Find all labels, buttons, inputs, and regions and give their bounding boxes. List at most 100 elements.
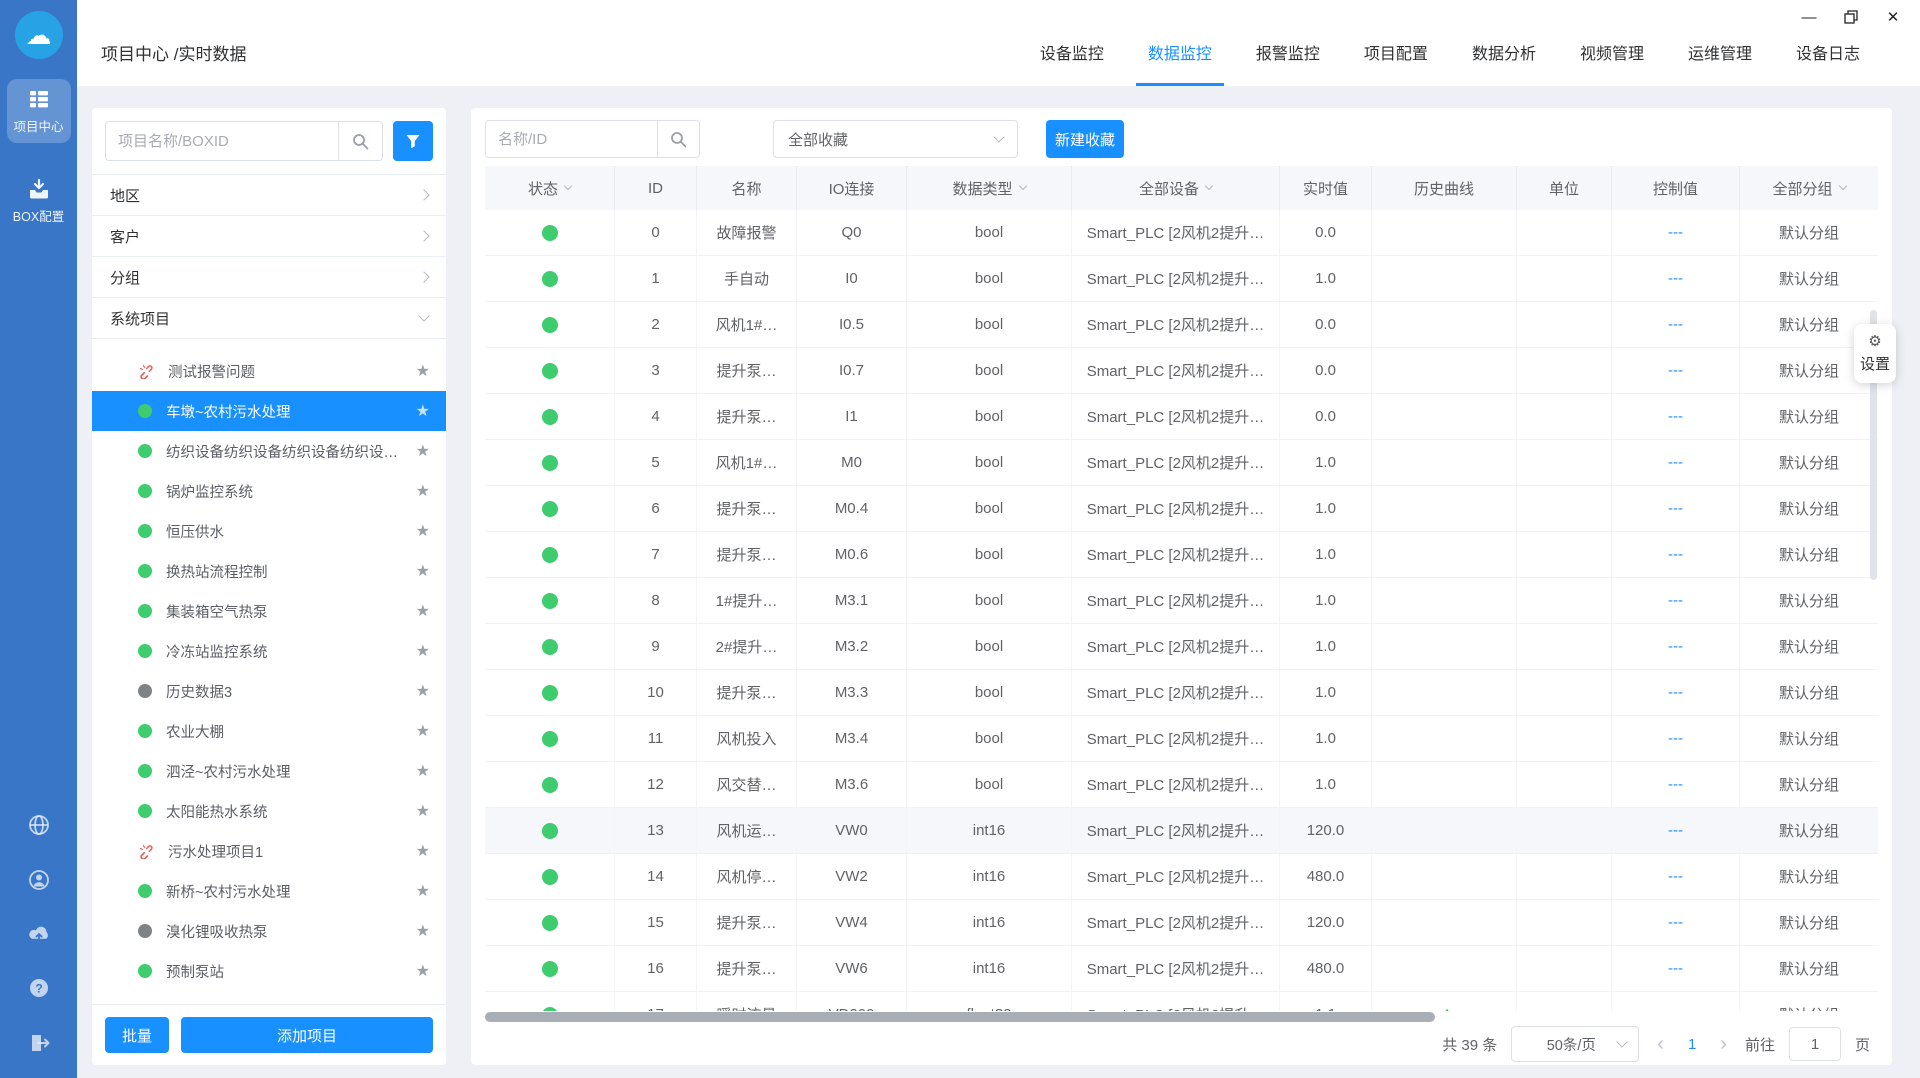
batch-button[interactable]: 批量 <box>105 1017 169 1053</box>
table-row[interactable]: 16提升泵…VW6int16Smart_PLC [2风机2提升…480.0---… <box>485 946 1878 992</box>
project-item[interactable]: 测试报警问题★ <box>92 351 446 391</box>
control-value-cell[interactable]: --- <box>1612 348 1740 393</box>
column-header-10[interactable]: 全部分组 <box>1740 166 1878 210</box>
project-item[interactable]: 预制泵站★ <box>92 951 446 991</box>
project-item[interactable]: 太阳能热水系统★ <box>92 791 446 831</box>
favorite-star-icon[interactable]: ★ <box>416 481 430 501</box>
control-value-cell[interactable]: --- <box>1612 900 1740 945</box>
project-search-input[interactable] <box>106 122 338 160</box>
favorite-star-icon[interactable]: ★ <box>416 921 430 941</box>
column-header-5[interactable]: 全部设备 <box>1072 166 1280 210</box>
add-project-button[interactable]: 添加项目 <box>181 1017 433 1053</box>
table-row[interactable]: 13风机运…VW0int16Smart_PLC [2风机2提升…120.0---… <box>485 808 1878 854</box>
table-row[interactable]: 3提升泵…I0.7boolSmart_PLC [2风机2提升…0.0---默认分… <box>485 348 1878 394</box>
nav-tab-1[interactable]: 数据监控 <box>1148 18 1212 86</box>
favorite-star-icon[interactable]: ★ <box>416 761 430 781</box>
nav-tab-0[interactable]: 设备监控 <box>1040 18 1104 86</box>
project-item[interactable]: 纺织设备纺织设备纺织设备纺织设备纺织设备★ <box>92 431 446 471</box>
table-row[interactable]: 12风交替…M3.6boolSmart_PLC [2风机2提升…1.0---默认… <box>485 762 1878 808</box>
table-row[interactable]: 2风机1#…I0.5boolSmart_PLC [2风机2提升…0.0---默认… <box>485 302 1878 348</box>
project-item[interactable]: 农业大棚★ <box>92 711 446 751</box>
control-value-cell[interactable]: --- <box>1612 302 1740 347</box>
project-item[interactable]: 污水处理项目1★ <box>92 831 446 871</box>
project-item[interactable]: 智慧消防★ <box>92 991 446 1004</box>
filter-section-2[interactable]: 分组 <box>92 257 446 298</box>
table-row[interactable]: 0故障报警Q0boolSmart_PLC [2风机2提升…0.0---默认分组 <box>485 210 1878 256</box>
sidebar-item-project-center[interactable]: 项目中心 <box>7 79 71 143</box>
table-row[interactable]: 92#提升…M3.2boolSmart_PLC [2风机2提升…1.0---默认… <box>485 624 1878 670</box>
control-value-cell[interactable]: --- <box>1612 210 1740 255</box>
favorite-star-icon[interactable]: ★ <box>416 441 430 461</box>
control-value-cell[interactable]: --- <box>1612 486 1740 531</box>
project-item[interactable]: 历史数据3★ <box>92 671 446 711</box>
control-value-cell[interactable]: --- <box>1612 394 1740 439</box>
control-value-cell[interactable]: --- <box>1612 762 1740 807</box>
page-size-select[interactable]: 50条/页 <box>1511 1026 1639 1062</box>
filter-section-1[interactable]: 客户 <box>92 216 446 257</box>
nav-tab-7[interactable]: 设备日志 <box>1796 18 1860 86</box>
column-header-4[interactable]: 数据类型 <box>907 166 1072 210</box>
table-row[interactable]: 15提升泵…VW4int16Smart_PLC [2风机2提升…120.0---… <box>485 900 1878 946</box>
table-row[interactable]: 1手自动I0boolSmart_PLC [2风机2提升…1.0---默认分组 <box>485 256 1878 302</box>
favorite-star-icon[interactable]: ★ <box>416 721 430 741</box>
globe-icon[interactable] <box>27 813 51 842</box>
project-item[interactable]: 换热站流程控制★ <box>92 551 446 591</box>
favorite-star-icon[interactable]: ★ <box>416 681 430 701</box>
control-value-cell[interactable]: --- <box>1612 670 1740 715</box>
filter-section-3[interactable]: 系统项目 <box>92 298 446 339</box>
nav-tab-3[interactable]: 项目配置 <box>1364 18 1428 86</box>
goto-page-input[interactable] <box>1789 1027 1841 1061</box>
control-value-cell[interactable]: --- <box>1612 440 1740 485</box>
control-value-cell[interactable]: --- <box>1612 854 1740 899</box>
favorite-star-icon[interactable]: ★ <box>416 641 430 661</box>
control-value-cell[interactable]: --- <box>1612 624 1740 669</box>
control-value-cell[interactable]: --- <box>1612 578 1740 623</box>
project-item[interactable]: 冷冻站监控系统★ <box>92 631 446 671</box>
table-row[interactable]: 10提升泵…M3.3boolSmart_PLC [2风机2提升…1.0---默认… <box>485 670 1878 716</box>
favorite-star-icon[interactable]: ★ <box>416 841 430 861</box>
filter-section-0[interactable]: 地区 <box>92 175 446 216</box>
app-logo[interactable]: ☁ <box>15 11 63 59</box>
project-item[interactable]: 恒压供水★ <box>92 511 446 551</box>
prev-page-button[interactable]: ‹ <box>1653 1033 1668 1056</box>
column-header-0[interactable]: 状态 <box>485 166 615 210</box>
sidebar-item-box-config[interactable]: BOX配置 <box>7 169 71 233</box>
project-item[interactable]: 锅炉监控系统★ <box>92 471 446 511</box>
nav-tab-6[interactable]: 运维管理 <box>1688 18 1752 86</box>
favorite-star-icon[interactable]: ★ <box>416 601 430 621</box>
project-item[interactable]: 集装箱空气热泵★ <box>92 591 446 631</box>
nav-tab-4[interactable]: 数据分析 <box>1472 18 1536 86</box>
project-search-button[interactable] <box>338 122 382 160</box>
current-page[interactable]: 1 <box>1682 1036 1702 1053</box>
favorite-star-icon[interactable]: ★ <box>416 561 430 581</box>
project-item[interactable]: 新桥~农村污水处理★ <box>92 871 446 911</box>
table-row[interactable]: 6提升泵…M0.4boolSmart_PLC [2风机2提升…1.0---默认分… <box>485 486 1878 532</box>
tag-search-input[interactable] <box>486 121 657 157</box>
control-value-cell[interactable]: --- <box>1612 946 1740 991</box>
project-item[interactable]: 泗泾~农村污水处理★ <box>92 751 446 791</box>
favorite-star-icon[interactable]: ★ <box>416 401 430 421</box>
favorite-star-icon[interactable]: ★ <box>416 361 430 381</box>
nav-tab-5[interactable]: 视频管理 <box>1580 18 1644 86</box>
table-row[interactable]: 11风机投入M3.4boolSmart_PLC [2风机2提升…1.0---默认… <box>485 716 1878 762</box>
settings-button[interactable]: ⚙ 设置 <box>1854 324 1896 383</box>
favorite-star-icon[interactable]: ★ <box>416 801 430 821</box>
control-value-cell[interactable]: --- <box>1612 532 1740 577</box>
favorite-star-icon[interactable]: ★ <box>416 521 430 541</box>
tag-search-button[interactable] <box>657 121 699 157</box>
table-row[interactable]: 5风机1#…M0boolSmart_PLC [2风机2提升…1.0---默认分组 <box>485 440 1878 486</box>
project-item[interactable]: 溴化锂吸收热泵★ <box>92 911 446 951</box>
favorites-select[interactable]: 全部收藏 <box>773 120 1018 158</box>
control-value-cell[interactable]: --- <box>1612 808 1740 853</box>
cloud-upload-icon[interactable] <box>26 923 52 950</box>
favorite-star-icon[interactable]: ★ <box>416 961 430 981</box>
new-favorite-button[interactable]: 新建收藏 <box>1046 120 1124 158</box>
nav-tab-2[interactable]: 报警监控 <box>1256 18 1320 86</box>
help-icon[interactable]: ? <box>27 976 51 1005</box>
table-row[interactable]: 4提升泵…I1boolSmart_PLC [2风机2提升…0.0---默认分组 <box>485 394 1878 440</box>
scrollbar-thumb[interactable] <box>485 1012 1435 1022</box>
logout-icon[interactable] <box>27 1031 51 1060</box>
table-row[interactable]: 7提升泵…M0.6boolSmart_PLC [2风机2提升…1.0---默认分… <box>485 532 1878 578</box>
next-page-button[interactable]: › <box>1716 1033 1731 1056</box>
control-value-cell[interactable]: --- <box>1612 256 1740 301</box>
